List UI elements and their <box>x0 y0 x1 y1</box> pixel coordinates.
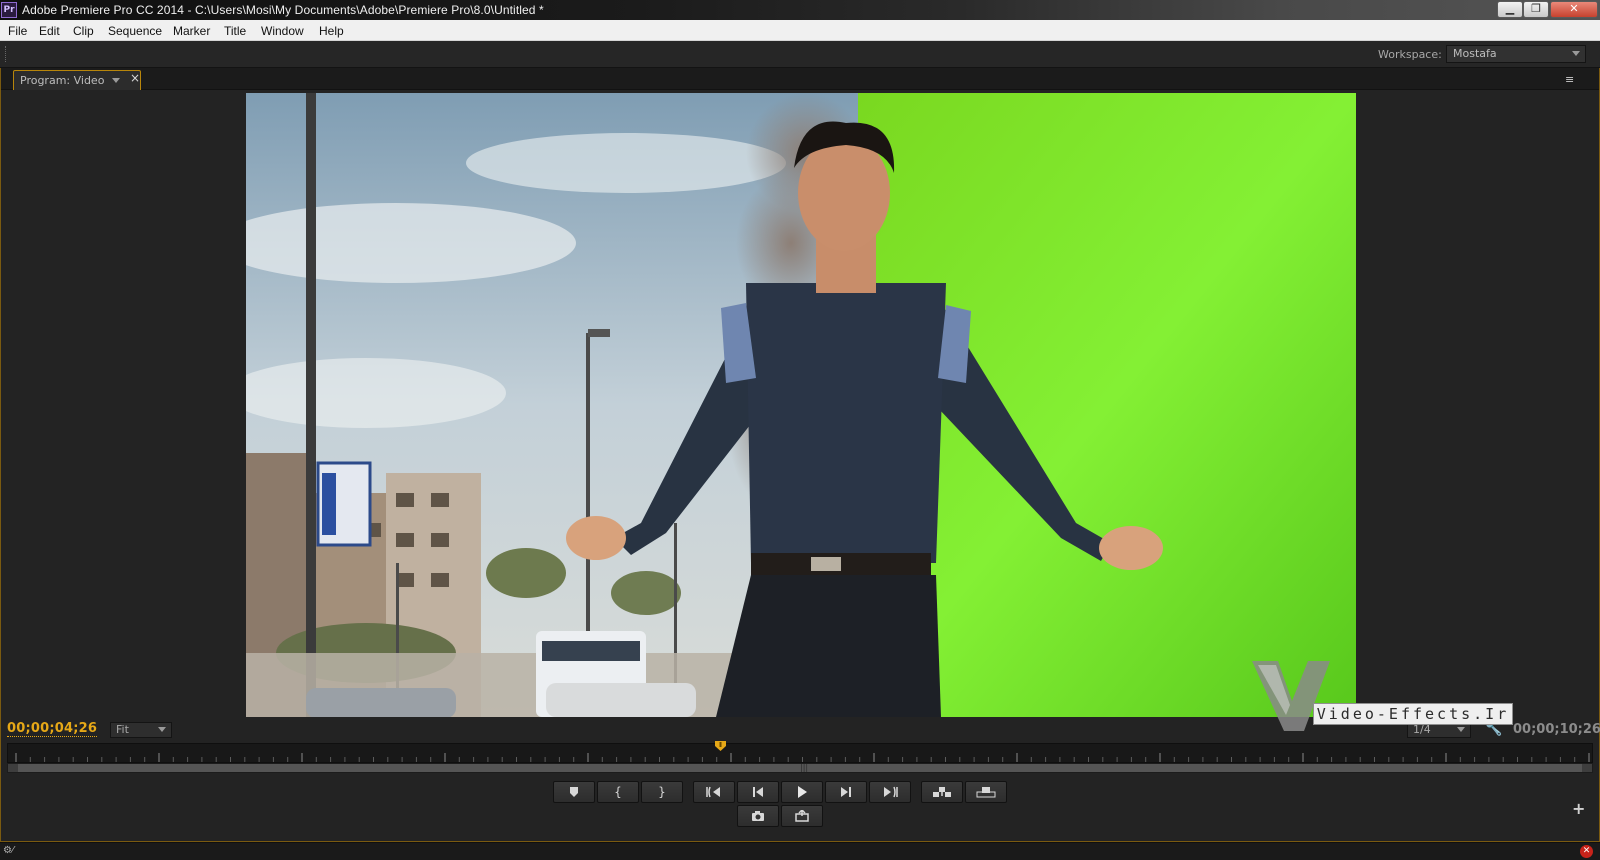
status-bar: ⚙⁄ ✕ <box>0 842 1600 860</box>
export-frame-button[interactable] <box>737 805 779 827</box>
play-icon <box>798 786 807 798</box>
chevron-down-icon <box>158 727 166 732</box>
duration-timecode: 00;00;10;26 <box>1513 722 1600 737</box>
button-editor-button[interactable] <box>781 805 823 827</box>
step-forward-icon <box>841 787 851 797</box>
background-tasks-icon[interactable]: ⚙⁄ <box>3 845 14 856</box>
video-frame-image <box>246 93 1356 717</box>
workspace-label: Workspace: <box>1378 48 1442 61</box>
error-indicator-icon[interactable]: ✕ <box>1580 845 1593 858</box>
marker-icon <box>570 787 578 797</box>
menu-marker[interactable]: Marker <box>173 24 210 38</box>
scrollbar-right-handle[interactable] <box>1582 764 1592 772</box>
add-marker-button[interactable] <box>553 781 595 803</box>
window-title: Adobe Premiere Pro CC 2014 - C:\Users\Mo… <box>22 3 544 17</box>
scrollbar-left-handle[interactable] <box>8 764 18 772</box>
overwrite-button[interactable] <box>965 781 1007 803</box>
ruler-ticks <box>15 753 1590 762</box>
camera-icon <box>752 811 764 821</box>
title-bar: Pr Adobe Premiere Pro CC 2014 - C:\Users… <box>0 0 1600 20</box>
time-ruler[interactable] <box>7 743 1593 763</box>
zoom-scrollbar[interactable]: ||| <box>7 763 1593 773</box>
add-button-icon[interactable]: + <box>1572 799 1585 818</box>
step-forward-button[interactable] <box>825 781 867 803</box>
workspace-value: Mostafa <box>1453 47 1497 60</box>
zoom-level-value: Fit <box>116 723 129 736</box>
premiere-app-icon: Pr <box>1 2 17 18</box>
current-timecode[interactable]: 00;00;04;26 <box>7 721 98 737</box>
scrollbar-grip-icon[interactable]: ||| <box>800 764 808 772</box>
step-back-button[interactable] <box>737 781 779 803</box>
go-to-out-icon <box>884 786 898 798</box>
panel-tab-strip: Program: Video × ≡ <box>1 68 1599 90</box>
mark-in-icon: { <box>614 785 622 799</box>
menu-window[interactable]: Window <box>261 24 304 38</box>
lift-extract-icon <box>795 810 809 822</box>
playhead-marker-icon[interactable] <box>715 741 727 751</box>
menu-sequence[interactable]: Sequence <box>108 24 162 38</box>
go-to-in-button[interactable] <box>693 781 735 803</box>
insert-icon <box>933 787 951 797</box>
overwrite-icon <box>976 787 996 798</box>
tab-program-video[interactable]: Program: Video × <box>13 70 141 90</box>
menu-title[interactable]: Title <box>224 24 246 38</box>
step-back-icon <box>753 787 763 797</box>
menu-help[interactable]: Help <box>319 24 344 38</box>
restore-icon: ❐ <box>1531 2 1541 15</box>
mark-in-button[interactable]: { <box>597 781 639 803</box>
minimize-icon: ▁ <box>1505 2 1515 15</box>
menu-bar: File Edit Clip Sequence Marker Title Win… <box>0 20 1600 41</box>
restore-button[interactable]: ❐ <box>1523 1 1549 18</box>
program-video-frame[interactable] <box>246 93 1356 717</box>
play-button[interactable] <box>781 781 823 803</box>
go-to-out-button[interactable] <box>869 781 911 803</box>
menu-clip[interactable]: Clip <box>73 24 94 38</box>
chevron-down-icon <box>1572 51 1580 56</box>
minimize-button[interactable]: ▁ <box>1497 1 1523 18</box>
go-to-in-icon <box>706 786 720 798</box>
zoom-level-dropdown[interactable]: Fit <box>110 722 172 738</box>
workspace-bar: Workspace: Mostafa <box>0 41 1600 68</box>
mark-out-icon: } <box>658 785 666 799</box>
panel-menu-icon[interactable]: ≡ <box>1565 73 1574 86</box>
close-tab-icon[interactable]: × <box>130 71 140 85</box>
mark-out-button[interactable]: } <box>641 781 683 803</box>
drag-grip-icon[interactable] <box>5 46 7 62</box>
close-window-button[interactable]: ✕ <box>1550 1 1598 18</box>
menu-file[interactable]: File <box>8 24 27 38</box>
watermark-text: Video-Effects.Ir <box>1313 703 1513 725</box>
tab-menu-chevron-icon[interactable] <box>112 78 120 83</box>
tab-label: Program: Video <box>20 74 105 87</box>
close-icon: ✕ <box>1569 2 1579 15</box>
menu-edit[interactable]: Edit <box>39 24 60 38</box>
insert-button[interactable] <box>921 781 963 803</box>
workspace-dropdown[interactable]: Mostafa <box>1446 45 1586 63</box>
